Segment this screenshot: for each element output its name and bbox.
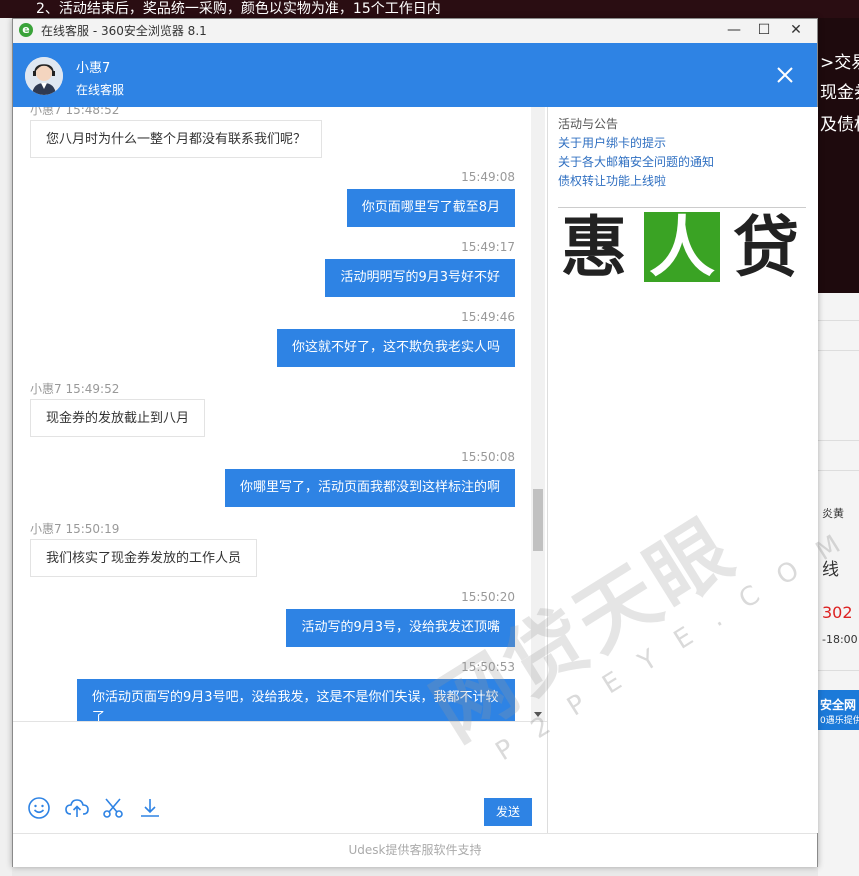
emoji-button[interactable]	[27, 796, 51, 820]
background-item: -18:00	[822, 633, 858, 646]
minimize-button[interactable]: —	[717, 19, 751, 41]
background-item: 炎黄	[822, 507, 844, 520]
announcement-link[interactable]: 债权转让功能上线啦	[558, 172, 666, 189]
background-line-2: 现金券	[820, 83, 859, 103]
agent-message: 我们核实了现金券发放的工作人员	[30, 539, 258, 577]
user-message: 你活动页面写的9月3号吧，没给我发，这是不是你们失误，我都不计较了	[77, 679, 515, 721]
logo-char: 惠	[561, 208, 627, 286]
side-panel: 活动与公告 关于用户绑卡的提示 关于各大邮箱安全问题的通知 债权转让功能上线啦 …	[547, 107, 818, 833]
divider	[818, 670, 859, 671]
message-timestamp: 15:50:20	[461, 590, 515, 604]
user-message: 你哪里写了，活动页面我都没到这样标注的啊	[224, 469, 515, 507]
user-message: 你页面哪里写了截至8月	[346, 189, 515, 227]
agent-name: 小惠7	[76, 61, 111, 76]
window-title: 在线客服 - 360安全浏览器 8.1	[41, 24, 207, 38]
download-icon	[141, 799, 159, 817]
title-bar: e 在线客服 - 360安全浏览器 8.1 — ☐ ✕	[13, 19, 817, 44]
browser-logo-icon: e	[19, 23, 33, 37]
close-icon	[777, 67, 793, 83]
agent-message: 现金券的发放截止到八月	[30, 399, 206, 437]
logo-char: 贷	[733, 208, 799, 286]
scissors-icon	[103, 798, 123, 818]
agent-role: 在线客服	[76, 83, 125, 97]
screenshot-button[interactable]	[101, 796, 125, 820]
background-blue-line: 0遇乐提供	[820, 716, 859, 726]
chat-header: 小惠7 在线客服	[13, 43, 817, 107]
message-timestamp: 15:50:53	[461, 660, 515, 674]
close-window-button[interactable]: ✕	[779, 19, 813, 41]
background-blue-banner[interactable]: 安全网 0遇乐提供	[818, 690, 859, 730]
divider	[818, 470, 859, 471]
logo-char: 人	[649, 208, 715, 286]
user-message: 你这就不好了，这不欺负我老实人吗	[276, 329, 515, 367]
divider	[818, 440, 859, 441]
divider	[818, 350, 859, 351]
background-right-light	[818, 293, 859, 876]
scroll-down-arrow-icon[interactable]	[534, 712, 542, 717]
message-timestamp: 小惠7 15:48:52	[30, 107, 120, 117]
announcements-title: 活动与公告	[558, 117, 619, 131]
agent-avatar	[25, 57, 63, 95]
upload-button[interactable]	[64, 796, 89, 820]
message-timestamp: 15:49:17	[461, 240, 515, 254]
maximize-button[interactable]: ☐	[747, 19, 781, 41]
user-message: 活动写的9月3号，没给我发还顶嘴	[286, 609, 515, 647]
send-button[interactable]: 发送	[484, 798, 532, 826]
announcement-link[interactable]: 关于用户绑卡的提示	[558, 134, 666, 151]
background-item: 线	[822, 560, 839, 580]
footer-credit: Udesk提供客服软件支持	[13, 833, 817, 867]
background-left	[0, 18, 12, 876]
message-timestamp: 15:50:08	[461, 450, 515, 464]
message-list[interactable]: 小惠7 15:48:52 您八月时为什么一整个月都没有联系我们呢？ 15:49:…	[13, 107, 547, 721]
background-line-1: >交易	[820, 53, 859, 73]
user-message: 活动明明写的9月3号好不好	[325, 259, 515, 297]
download-button[interactable]	[138, 796, 162, 820]
message-timestamp: 小惠7 15:49:52	[30, 382, 120, 396]
close-chat-button[interactable]	[773, 63, 797, 87]
chat-scrollbar[interactable]	[531, 107, 545, 721]
scrollbar-thumb[interactable]	[533, 489, 543, 551]
agent-message: 您八月时为什么一整个月都没有联系我们呢？	[30, 120, 323, 158]
background-right-dark: >交易 现金券 及债权	[818, 18, 859, 293]
emoji-icon	[28, 797, 50, 819]
announcement-link[interactable]: 关于各大邮箱安全问题的通知	[558, 153, 714, 170]
chat-window: e 在线客服 - 360安全浏览器 8.1 — ☐ ✕ 小惠7 在线客服 小惠7…	[12, 18, 818, 867]
background-line-3: 及债权	[820, 115, 859, 135]
background-top-text: 2、活动结束后，奖品统一采购，颜色以实物为准，15个工作日内	[36, 1, 441, 17]
cloud-upload-icon	[65, 799, 89, 817]
message-timestamp: 小惠7 15:50:19	[30, 522, 120, 536]
message-timestamp: 15:49:08	[461, 170, 515, 184]
message-input-area[interactable]: 发送	[13, 721, 547, 834]
background-item: 302	[822, 603, 853, 622]
divider	[818, 320, 859, 321]
background-blue-line: 安全网	[820, 698, 857, 712]
message-timestamp: 15:49:46	[461, 310, 515, 324]
brand-logo: 惠 人 贷	[558, 207, 806, 284]
